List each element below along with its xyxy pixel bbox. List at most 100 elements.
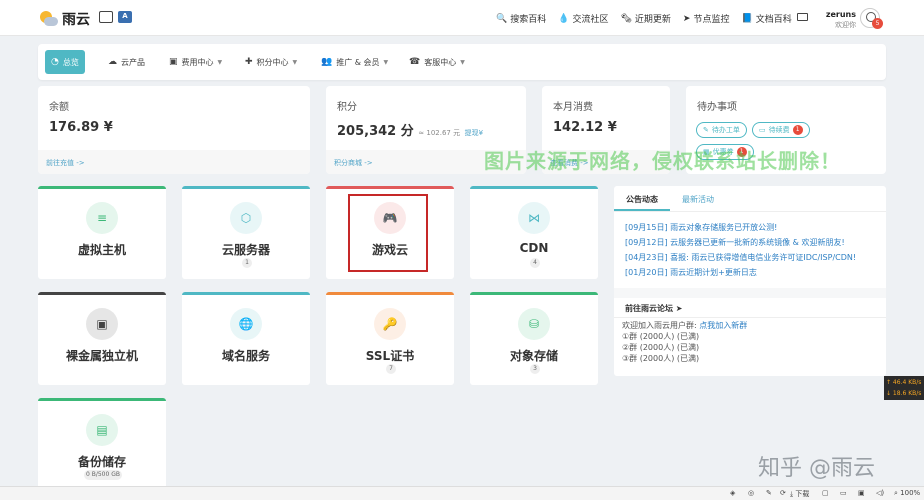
service-tile[interactable]: 🌐 域名服务 [182, 292, 310, 385]
headset-icon: ☎ [409, 57, 421, 67]
service-name: 对象存储 [509, 349, 558, 363]
balance-card: 余额 176.89 ¥ 前往充值 -> [38, 86, 310, 174]
menu-overview[interactable]: ◔ 总览 [45, 50, 85, 74]
topnav-item[interactable]: 💧 交流社区 [558, 12, 609, 26]
chevron-down-icon: ▼ [460, 58, 465, 66]
topnav-label: 搜索百科 [510, 15, 547, 25]
cloud-icon: ☁ [108, 57, 117, 67]
topnav-label: 交流社区 [572, 15, 609, 25]
todo-label: 待办事项 [697, 102, 737, 113]
spend-label: 本月消费 [553, 102, 593, 113]
tab-activities[interactable]: 最新活动 [670, 186, 726, 211]
translate-icon[interactable]: A [118, 11, 132, 23]
balance-value: 176.89 ¥ [49, 120, 113, 135]
top-nav: 🔍 搜索百科 💧 交流社区 🗞 近期更新 ➤ 节点监控 📘 文档百科 [496, 12, 792, 26]
menu-cloud-products[interactable]: ☁ 云产品 [102, 50, 151, 74]
zhihu-watermark: 知乎 @雨云 [758, 456, 875, 481]
metal-icon: ▣ [86, 308, 118, 340]
highlight-box [348, 194, 428, 272]
chevron-down-icon: ▼ [383, 58, 389, 66]
service-tile[interactable]: ≡ 虚拟主机 [38, 186, 166, 279]
download-label: 下载 [795, 490, 810, 498]
shield-icon[interactable]: ◈ [730, 489, 735, 497]
pencil-icon[interactable]: ✎ [766, 489, 772, 497]
pin-icon[interactable]: ◎ [748, 489, 754, 497]
mail-icon[interactable] [797, 13, 808, 21]
menu-promotion[interactable]: 👥 推广 & 会员 ▼ [315, 50, 394, 74]
tile-accent-bar [470, 292, 598, 295]
topnav-item[interactable]: 📘 文档百科 [741, 12, 792, 26]
users-icon: 👥 [321, 57, 333, 67]
tab-announcements[interactable]: 公告动态 [614, 186, 670, 211]
service-tile[interactable]: ▣ 裸金属独立机 [38, 292, 166, 385]
user-info[interactable]: zeruns 欢迎你 [824, 10, 856, 30]
upload-speed: ↑ 46.4 KB/s [886, 379, 922, 386]
cdn-icon: ⋈ [518, 202, 550, 234]
key-icon: 🔑 [374, 308, 406, 340]
topnav-item[interactable]: 🔍 搜索百科 [496, 12, 547, 26]
recharge-link[interactable]: 前往充值 -> [38, 150, 310, 174]
service-tile[interactable]: ⋈ CDN 4 [470, 186, 598, 279]
card-icon: ▣ [169, 57, 178, 67]
window-icon[interactable]: ▣ [858, 489, 865, 497]
tile-accent-bar [38, 292, 166, 295]
service-name: 裸金属独立机 [65, 349, 138, 363]
news-item[interactable]: [01月20日] 雨云近期计划+更新日志 [625, 267, 757, 278]
chevron-down-icon: ▼ [292, 58, 298, 66]
news-item[interactable]: [04月23日] 喜报: 雨云已获得增值电信业务许可证IDC/ISP/CDN! [625, 252, 856, 263]
topnav-label: 文档百科 [755, 15, 792, 25]
screen-icon[interactable]: ▭ [840, 489, 847, 497]
window-icon[interactable] [99, 11, 113, 23]
news-item[interactable]: [09月15日] 雨云对象存储服务已开放公测! [625, 222, 777, 233]
clip-icon[interactable]: ▢ [822, 489, 829, 497]
volume-icon[interactable]: ◁) [876, 489, 884, 497]
watermark-text: 图片来源于网络，侵权联系站长删除！ [484, 149, 841, 173]
logo[interactable]: 雨云 [38, 9, 90, 29]
service-tile[interactable]: ⬡ 云服务器 1 [182, 186, 310, 279]
avatar[interactable]: 5 [860, 8, 883, 29]
zoom-level[interactable]: ⌕ 100% [894, 489, 920, 498]
topnav-label: 节点监控 [693, 15, 730, 25]
send-icon: ➤ [675, 304, 683, 313]
send-icon: ➤ [682, 13, 691, 24]
join-group-link[interactable]: 点我加入新群 [699, 321, 747, 330]
book-icon: 📘 [741, 13, 753, 24]
menu-points[interactable]: ✚ 积分中心 ▼ [239, 50, 303, 74]
logo-icon [38, 11, 58, 27]
brand-name: 雨云 [62, 12, 90, 28]
topnav-label: 近期更新 [634, 15, 671, 25]
server-icon: ▭ [759, 126, 766, 134]
search-icon: 🔍 [496, 13, 508, 24]
points-value-row: 205,342 分 ≈ 102.67 元 提现¥ [337, 120, 483, 139]
group-line: ①群 (2000人) (已满) [622, 332, 700, 341]
tile-accent-bar [470, 186, 598, 189]
chat-icon: 💧 [558, 13, 570, 24]
news-item[interactable]: [09月12日] 云服务器已更新一批新的系统镜像 & 欢迎新朋友! [625, 237, 845, 248]
topnav-item[interactable]: 🗞 近期更新 [620, 12, 671, 26]
user-name: zeruns [825, 10, 856, 19]
database-icon: ⛁ [518, 308, 550, 340]
service-count-badge: 1 [242, 258, 252, 268]
todo-renew-button[interactable]: ▭ 待续费 1 [752, 122, 810, 138]
tile-accent-bar [38, 398, 166, 401]
menu-billing[interactable]: ▣ 费用中心 ▼ [163, 50, 228, 74]
service-count-badge: 3 [530, 364, 540, 374]
service-tile[interactable]: ⛁ 对象存储 3 [470, 292, 598, 385]
points-label: 积分 [337, 102, 357, 113]
forum-heading[interactable]: 前往雨云论坛 ➤ [625, 303, 683, 314]
service-name: 备份储存 [77, 455, 126, 469]
service-tile[interactable]: 🔑 SSL证书 7 [326, 292, 454, 385]
todo-tickets-button[interactable]: ✎ 待办工单 [696, 122, 747, 138]
menu-support[interactable]: ☎ 客服中心 ▼ [403, 50, 471, 74]
divider [614, 317, 886, 318]
group-line: ②群 (2000人) (已满) [622, 343, 700, 352]
points-value: 205,342 分 [337, 124, 414, 139]
sync-icon[interactable]: ⟳ [780, 489, 786, 497]
menu-label: 云产品 [121, 57, 145, 67]
news-panel: 公告动态 最新活动 [09月15日] 雨云对象存储服务已开放公测! [09月12… [614, 186, 886, 376]
download-button[interactable]: ⤓ 下载 [790, 489, 809, 499]
withdraw-link[interactable]: 提现¥ [465, 129, 483, 137]
service-tile[interactable]: ▤ 备份储存 0 B/500 GB [38, 398, 166, 491]
topnav-item[interactable]: ➤ 节点监控 [682, 12, 730, 26]
news-icon: 🗞 [620, 13, 632, 24]
